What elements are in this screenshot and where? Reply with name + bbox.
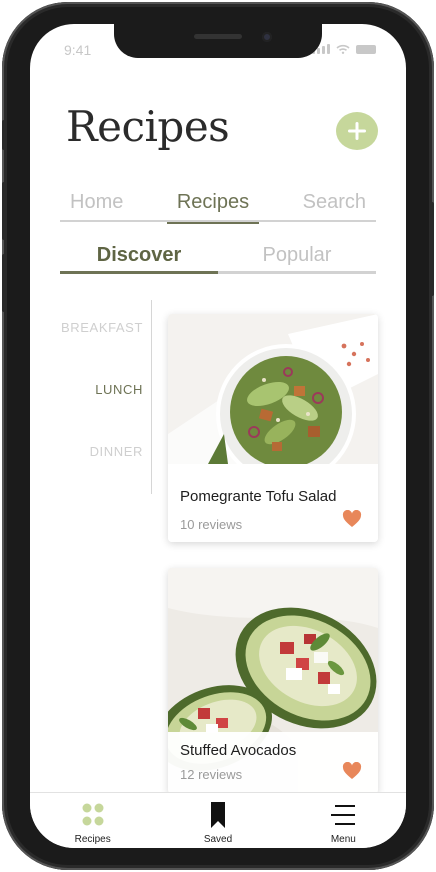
review-count: 12 reviews (180, 767, 243, 782)
speaker-grille (194, 34, 242, 39)
recipe-name: Stuffed Avocados (180, 742, 297, 759)
nav-item-menu[interactable]: Menu (281, 793, 406, 848)
recipe-name: Pomegrante Tofu Salad (180, 488, 337, 505)
tab-home[interactable]: Home (60, 188, 133, 222)
subtab-discover[interactable]: Discover (60, 240, 218, 274)
nav-label: Menu (330, 834, 356, 845)
meal-item-dinner[interactable]: DINNER (90, 444, 143, 459)
volume-down-button (2, 254, 6, 312)
tab-search[interactable]: Search (293, 188, 376, 222)
bookmark-icon (210, 802, 225, 828)
bottom-nav: Recipes Saved Menu (30, 792, 406, 848)
nav-label: Recipes (74, 834, 111, 845)
volume-up-button (2, 182, 6, 240)
status-time: 9:41 (64, 42, 92, 58)
heart-icon[interactable] (342, 762, 362, 780)
salad-bowl-photo (168, 314, 378, 464)
page-title: Recipes (66, 102, 230, 151)
nav-item-recipes[interactable]: Recipes (30, 793, 155, 848)
nav-item-saved[interactable]: Saved (155, 793, 280, 848)
main-tabs: Home Recipes Search (60, 188, 376, 224)
mute-switch (2, 120, 6, 150)
power-button (430, 202, 434, 296)
recipe-card-body: Pomegrante Tofu Salad 10 reviews (168, 476, 378, 542)
plus-icon (348, 122, 366, 140)
meal-item-breakfast[interactable]: BREAKFAST (61, 320, 143, 335)
meal-item-lunch[interactable]: LUNCH (95, 382, 143, 397)
review-count: 10 reviews (180, 517, 243, 532)
phone-frame: 9:41 Recipes Home Recipes Search Discove… (2, 2, 434, 870)
grid-dots-icon (82, 803, 104, 826)
add-recipe-button[interactable] (336, 112, 378, 150)
tab-recipes[interactable]: Recipes (166, 188, 260, 224)
battery-icon (356, 45, 376, 54)
heart-icon[interactable] (342, 510, 362, 528)
phone-screen: 9:41 Recipes Home Recipes Search Discove… (30, 24, 406, 848)
recipe-card[interactable]: Stuffed Avocados 12 reviews (168, 568, 378, 794)
notch (114, 24, 322, 58)
sub-tabs: Discover Popular (60, 240, 376, 274)
wifi-icon (336, 44, 350, 54)
nav-label: Saved (203, 834, 233, 845)
recipe-card[interactable]: Pomegrante Tofu Salad 10 reviews (168, 314, 378, 542)
meal-type-nav: BREAKFAST LUNCH DINNER (50, 300, 152, 494)
status-icons (312, 44, 376, 54)
camera-icon (262, 32, 272, 42)
subtab-popular[interactable]: Popular (218, 240, 376, 271)
menu-icon (331, 805, 356, 825)
